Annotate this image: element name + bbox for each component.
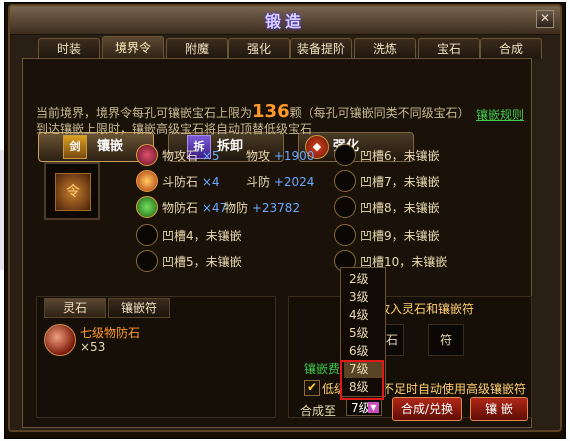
slot-name: 物防石 ×47 <box>162 201 228 215</box>
empty-slot-icon <box>334 224 356 246</box>
info-line1-prefix: 当前境界，境界令每孔可镶嵌宝石上限为 <box>36 106 253 120</box>
slot-empty-label: 凹槽8，未镶嵌 <box>360 201 440 215</box>
phys-defense-gem-icon <box>136 196 158 218</box>
title-bar[interactable]: 锻造 ✕ <box>10 6 560 35</box>
dropdown-option[interactable]: 3级 <box>349 288 369 306</box>
defense-gem-icon <box>136 170 158 192</box>
sword-icon: 剑 <box>63 135 87 159</box>
empty-slot-icon <box>136 224 158 246</box>
tab-synthesis[interactable]: 合成 <box>480 38 542 59</box>
subtab-remove-label: 拆卸 <box>217 139 244 154</box>
slot-empty-label: 凹槽7，未镶嵌 <box>360 175 440 189</box>
dropdown-option[interactable]: 5级 <box>349 324 369 342</box>
highlight-box <box>340 360 384 400</box>
slot-empty-label: 凹槽4，未镶嵌 <box>162 229 242 243</box>
window-title: 锻造 <box>264 12 305 31</box>
slot-empty-label: 凹槽6，未镶嵌 <box>360 149 440 163</box>
chevron-down-icon[interactable]: ▼ <box>368 402 379 413</box>
subtab-inlay-label: 镶嵌 <box>97 139 124 154</box>
close-icon[interactable]: ✕ <box>536 10 554 28</box>
auto-rune-checkbox[interactable]: ✔ <box>304 380 320 396</box>
gem-item-icon[interactable] <box>44 324 76 356</box>
info-line2: 到达镶嵌上限时，镶嵌高级宝石将自动顶替低级宝石 <box>36 122 313 136</box>
realm-token-icon: 令 <box>55 173 91 211</box>
info-line1: 当前境界，境界令每孔可镶嵌宝石上限为136颗（每孔可镶嵌同类不同级宝石） <box>36 101 470 122</box>
slot-empty-label: 凹槽5，未镶嵌 <box>162 255 242 269</box>
slot-stat: 物防 +23782 <box>224 201 301 215</box>
slot-empty-label: 凹槽9，未镶嵌 <box>360 229 440 243</box>
tab-realm-token[interactable]: 境界令 <box>102 36 164 59</box>
tab-inlay-rune[interactable]: 镶嵌符 <box>108 298 170 318</box>
info-line1-suffix: 颗（每孔可镶嵌同类不同级宝石） <box>289 106 470 120</box>
tab-gem[interactable]: 宝石 <box>418 38 480 59</box>
dropdown-option[interactable]: 4级 <box>349 306 369 324</box>
rune-slot[interactable]: 符 <box>428 324 464 356</box>
synth-label: 合成至 <box>300 404 337 418</box>
empty-slot-icon <box>334 170 356 192</box>
rules-link[interactable]: 镶嵌规则 <box>476 106 524 123</box>
dropdown-option[interactable]: 6级 <box>349 342 369 360</box>
synth-exchange-button[interactable]: 合成/兑换 <box>392 397 462 421</box>
attack-gem-icon <box>136 144 158 166</box>
inlay-button[interactable]: 镶 嵌 <box>470 397 528 421</box>
slot-stat: 物攻 +1900 <box>246 149 315 163</box>
inlay-limit: 136 <box>252 101 290 122</box>
slot-stat: 斗防 +2024 <box>246 175 315 189</box>
empty-slot-icon <box>334 144 356 166</box>
gem-item-count: ×53 <box>80 340 106 354</box>
equipment-slot[interactable]: 令 <box>44 162 100 220</box>
tab-spirit-stone[interactable]: 灵石 <box>44 298 106 318</box>
tab-fashion[interactable]: 时装 <box>38 38 100 59</box>
tab-equip-upgrade[interactable]: 装备提阶 <box>290 38 352 59</box>
tab-strengthen[interactable]: 强化 <box>228 38 290 59</box>
tab-refine[interactable]: 洗炼 <box>354 38 416 59</box>
dropdown-option[interactable]: 2级 <box>349 270 369 288</box>
empty-slot-icon <box>136 250 158 272</box>
slot-name: 物攻石 ×5 <box>162 149 220 163</box>
empty-slot-icon <box>334 196 356 218</box>
tab-enchant[interactable]: 附魔 <box>166 38 228 59</box>
synth-level-select[interactable]: 7级 ▼ <box>346 398 382 416</box>
gem-item-name: 七级物防石 <box>80 326 141 340</box>
slot-name: 斗防石 ×4 <box>162 175 220 189</box>
inlay-info: 当前境界，境界令每孔可镶嵌宝石上限为136颗（每孔可镶嵌同类不同级宝石） 到达镶… <box>36 101 470 137</box>
